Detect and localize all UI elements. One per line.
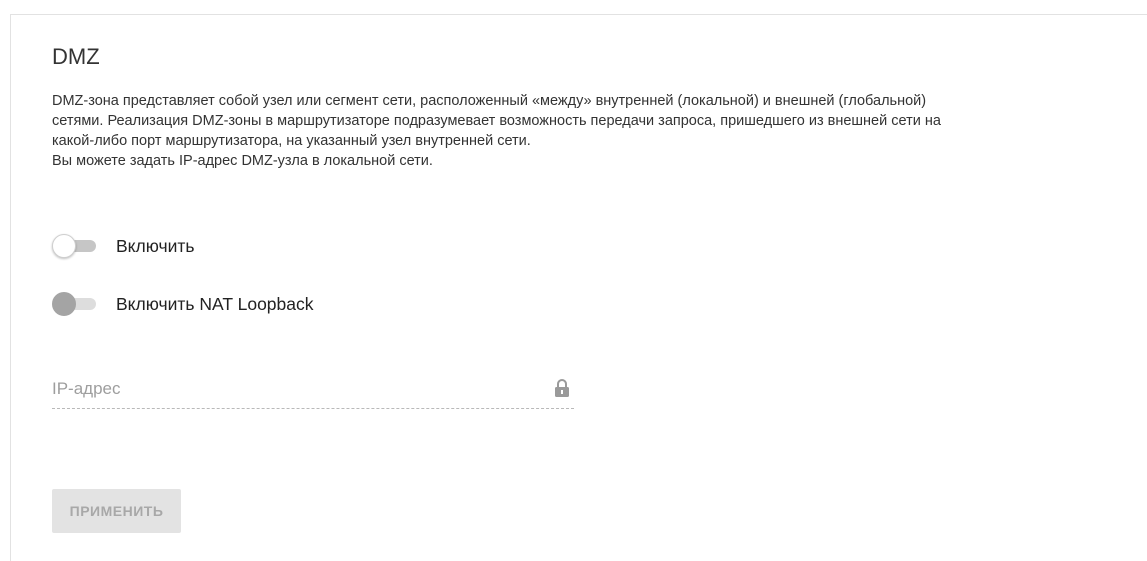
page-title: DMZ: [52, 44, 100, 69]
toggle-knob: [52, 292, 76, 316]
panel-left-border: [10, 14, 11, 561]
panel-top-border: [10, 14, 1147, 15]
toggle-knob: [52, 234, 76, 258]
ip-address-input[interactable]: [52, 376, 532, 402]
enable-row: Включить: [52, 234, 195, 258]
lock-icon: [555, 379, 569, 397]
nat-loopback-toggle[interactable]: [52, 292, 98, 316]
description-line: Вы можете задать IP-адрес DMZ-узла в лок…: [52, 153, 433, 169]
dmz-page: DMZ DMZ-зона представляет собой узел или…: [0, 0, 1147, 561]
dmz-panel: DMZ DMZ-зона представляет собой узел или…: [52, 42, 1132, 533]
description-line: DMZ-зона представляет собой узел или сег…: [52, 93, 927, 109]
description-line: какой-либо порт маршрутизатора, на указа…: [52, 133, 531, 149]
nat-loopback-row: Включить NAT Loopback: [52, 292, 314, 316]
description: DMZ-зона представляет собой узел или сег…: [52, 91, 1132, 171]
enable-toggle[interactable]: [52, 234, 98, 258]
nat-loopback-label: Включить NAT Loopback: [116, 293, 314, 314]
ip-address-field: [52, 374, 574, 409]
apply-button[interactable]: ПРИМЕНИТЬ: [52, 489, 181, 533]
enable-label: Включить: [116, 235, 195, 256]
description-line: сетями. Реализация DMZ-зоны в маршрутиза…: [52, 113, 941, 129]
